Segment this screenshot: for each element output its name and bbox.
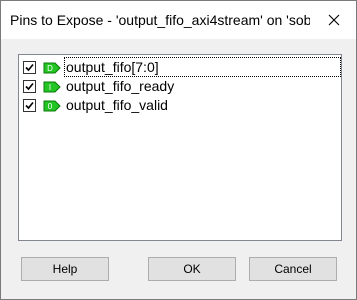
close-button[interactable] [314, 1, 354, 39]
title-bar[interactable]: Pins to Expose - 'output_fifo_axi4stream… [1, 1, 356, 39]
pin-row-output-fifo-valid[interactable]: 0 output_fifo_valid [21, 96, 337, 114]
svg-text:0: 0 [48, 102, 53, 111]
svg-text:D: D [47, 64, 53, 73]
pin-icon: D [43, 61, 61, 74]
pin-icon: 0 [43, 99, 61, 112]
help-button[interactable]: Help [21, 257, 109, 281]
window-title: Pins to Expose - 'output_fifo_axi4stream… [10, 12, 310, 28]
pin-checkbox[interactable] [23, 99, 36, 112]
pin-checkbox[interactable] [23, 61, 36, 74]
checkmark-icon [25, 63, 34, 72]
pins-to-expose-dialog: Pins to Expose - 'output_fifo_axi4stream… [0, 0, 357, 300]
pin-list[interactable]: D output_fifo[7:0] I output_fifo_ready 0… [18, 54, 342, 241]
cancel-button[interactable]: Cancel [249, 257, 337, 281]
pin-checkbox[interactable] [23, 80, 36, 93]
pin-row-output-fifo[interactable]: D output_fifo[7:0] [21, 57, 341, 77]
checkmark-icon [25, 101, 34, 110]
pin-label: output_fifo[7:0] [64, 57, 341, 77]
pin-icon: I [43, 80, 61, 93]
svg-text:I: I [49, 83, 51, 92]
ok-button[interactable]: OK [148, 257, 236, 281]
close-icon [328, 14, 340, 26]
pin-label: output_fifo_ready [66, 78, 175, 94]
checkmark-icon [25, 82, 34, 91]
pin-row-output-fifo-ready[interactable]: I output_fifo_ready [21, 77, 337, 95]
pin-label: output_fifo_valid [66, 97, 168, 113]
